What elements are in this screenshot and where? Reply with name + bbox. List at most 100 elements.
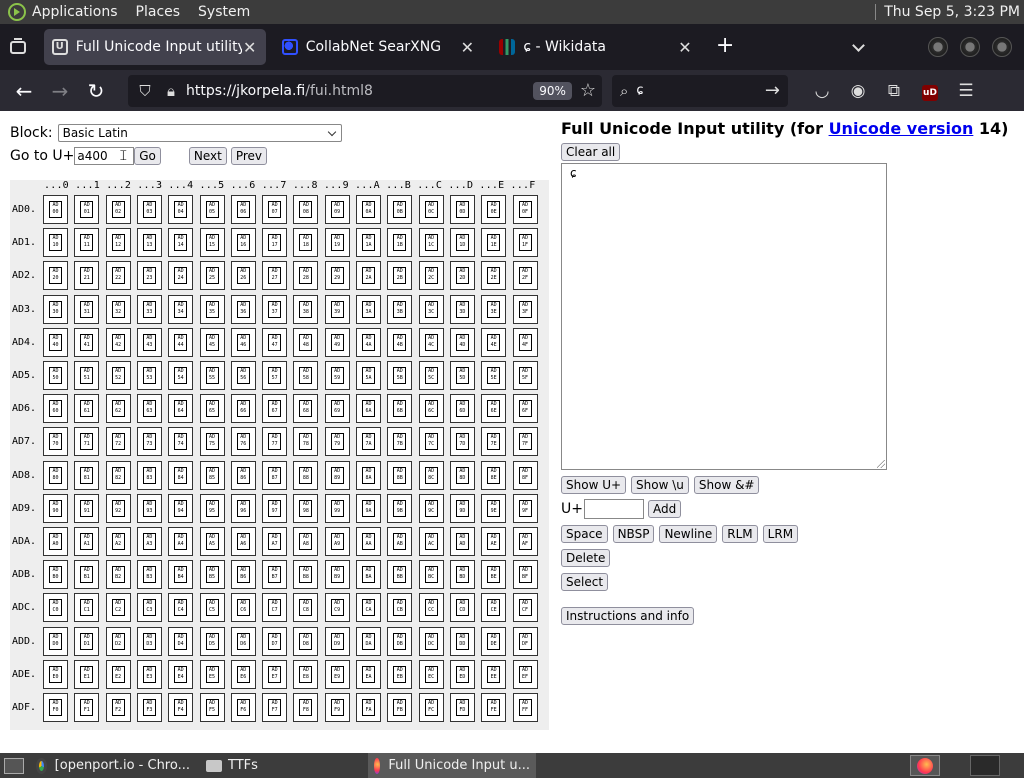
character-cell[interactable]: AD 5B bbox=[387, 361, 413, 390]
character-cell[interactable]: AD B1 bbox=[74, 560, 100, 590]
character-cell[interactable]: AD C5 bbox=[199, 593, 225, 623]
character-cell[interactable]: AD 35 bbox=[199, 294, 225, 324]
character-cell[interactable]: AD 02 bbox=[105, 195, 131, 224]
character-cell[interactable]: AD 72 bbox=[105, 427, 131, 457]
character-cell[interactable]: AD 8A bbox=[356, 460, 381, 490]
character-cell[interactable]: AD AE bbox=[481, 527, 507, 556]
character-cell[interactable]: AD EB bbox=[387, 659, 413, 689]
character-cell[interactable]: AD 97 bbox=[262, 493, 288, 523]
character-cell[interactable]: AD 74 bbox=[168, 427, 194, 457]
workspace-switcher[interactable] bbox=[970, 755, 1000, 776]
character-cell[interactable]: AD 27 bbox=[262, 261, 288, 291]
character-cell[interactable]: AD B6 bbox=[230, 560, 256, 590]
character-cell[interactable]: AD 99 bbox=[324, 493, 350, 523]
character-cell[interactable]: AD 7A bbox=[356, 427, 381, 457]
character-cell[interactable]: AD 44 bbox=[168, 327, 194, 357]
character-cell[interactable]: AD 87 bbox=[262, 460, 288, 490]
search-input[interactable]: ɕ bbox=[636, 83, 765, 98]
character-cell[interactable]: AD DA bbox=[356, 626, 381, 656]
character-cell[interactable]: AD B8 bbox=[293, 560, 319, 590]
character-cell[interactable]: AD 3A bbox=[356, 294, 381, 324]
character-cell[interactable]: AD 34 bbox=[168, 294, 194, 324]
character-cell[interactable]: AD F5 bbox=[199, 693, 225, 722]
character-cell[interactable]: AD 1B bbox=[387, 228, 413, 258]
character-cell[interactable]: AD E4 bbox=[168, 659, 194, 689]
character-cell[interactable]: AD 52 bbox=[105, 361, 131, 390]
character-cell[interactable]: AD 9E bbox=[481, 493, 507, 523]
character-cell[interactable]: AD 06 bbox=[230, 195, 256, 224]
character-cell[interactable]: AD A1 bbox=[74, 527, 100, 556]
forward-button[interactable]: → bbox=[42, 75, 78, 107]
character-cell[interactable]: AD 9D bbox=[449, 493, 475, 523]
character-cell[interactable]: AD 56 bbox=[230, 361, 256, 390]
character-cell[interactable]: AD CC bbox=[418, 593, 444, 623]
character-cell[interactable]: AD C3 bbox=[136, 593, 162, 623]
character-cell[interactable]: AD A7 bbox=[262, 527, 288, 556]
character-cell[interactable]: AD 86 bbox=[230, 460, 256, 490]
character-cell[interactable]: AD 05 bbox=[199, 195, 225, 224]
character-cell[interactable]: AD AD bbox=[449, 527, 475, 556]
character-cell[interactable]: AD 69 bbox=[324, 394, 350, 424]
lrm-button[interactable]: LRM bbox=[762, 525, 799, 543]
bookmark-star-icon[interactable]: ☆ bbox=[580, 80, 596, 101]
firefox-view-button[interactable] bbox=[0, 24, 36, 70]
character-cell[interactable]: AD BB bbox=[387, 560, 413, 590]
character-cell[interactable]: AD 43 bbox=[136, 327, 162, 357]
tab-full-unicode-input[interactable]: U Full Unicode Input utility ✕ bbox=[43, 29, 266, 65]
character-cell[interactable]: AD 0A bbox=[356, 195, 381, 224]
character-cell[interactable]: AD DC bbox=[418, 626, 444, 656]
character-cell[interactable]: AD F7 bbox=[262, 693, 288, 722]
character-cell[interactable]: AD 3E bbox=[481, 294, 507, 324]
minimize-button[interactable] bbox=[928, 37, 948, 57]
character-cell[interactable]: AD 2C bbox=[418, 261, 444, 291]
character-cell[interactable]: AD 9F bbox=[512, 493, 538, 523]
character-cell[interactable]: AD D5 bbox=[199, 626, 225, 656]
character-cell[interactable]: AD CA bbox=[356, 593, 381, 623]
character-cell[interactable]: AD 10 bbox=[43, 228, 68, 258]
character-cell[interactable]: AD 1C bbox=[418, 228, 444, 258]
character-cell[interactable]: AD 13 bbox=[136, 228, 162, 258]
newline-button[interactable]: Newline bbox=[659, 525, 718, 543]
character-cell[interactable]: AD 1E bbox=[481, 228, 507, 258]
character-cell[interactable]: AD 0F bbox=[512, 195, 538, 224]
character-cell[interactable]: AD 42 bbox=[105, 327, 131, 357]
character-cell[interactable]: AD 32 bbox=[105, 294, 131, 324]
character-cell[interactable]: AD DF bbox=[512, 626, 538, 656]
zoom-level-badge[interactable]: 90% bbox=[533, 81, 572, 100]
character-cell[interactable]: AD 01 bbox=[74, 195, 100, 224]
character-cell[interactable]: AD 90 bbox=[43, 493, 68, 523]
prev-button[interactable]: Prev bbox=[230, 147, 268, 165]
character-cell[interactable]: AD 84 bbox=[168, 460, 194, 490]
character-cell[interactable]: AD B0 bbox=[43, 560, 68, 590]
character-cell[interactable]: AD 82 bbox=[105, 460, 131, 490]
codepoint-input[interactable] bbox=[583, 499, 644, 519]
character-cell[interactable]: AD 11 bbox=[74, 228, 100, 258]
address-bar[interactable]: ⛉ 🔒︎ https://jkorpela.fi/fui.html8 90% ☆ bbox=[128, 74, 602, 107]
character-cell[interactable]: AD CB bbox=[387, 593, 413, 623]
character-cell[interactable]: AD 39 bbox=[324, 294, 350, 324]
character-cell[interactable]: AD D2 bbox=[105, 626, 131, 656]
character-cell[interactable]: AD ED bbox=[449, 659, 475, 689]
taskbar-item-firefox[interactable]: Full Unicode Input u... bbox=[368, 753, 536, 778]
character-cell[interactable]: AD 46 bbox=[230, 327, 256, 357]
character-cell[interactable]: AD C1 bbox=[74, 593, 100, 623]
character-cell[interactable]: AD 14 bbox=[168, 228, 194, 258]
character-cell[interactable]: AD F1 bbox=[74, 693, 100, 722]
character-cell[interactable]: AD B3 bbox=[136, 560, 162, 590]
character-cell[interactable]: AD 3F bbox=[512, 294, 538, 324]
character-cell[interactable]: AD 00 bbox=[43, 195, 68, 224]
character-cell[interactable]: AD 0B bbox=[387, 195, 413, 224]
tab-collabnet-searxng[interactable]: CollabNet SearXNG ✕ bbox=[274, 29, 484, 65]
character-cell[interactable]: AD 92 bbox=[105, 493, 131, 523]
character-cell[interactable]: AD 9A bbox=[356, 493, 381, 523]
character-cell[interactable]: AD A6 bbox=[230, 527, 256, 556]
character-cell[interactable]: AD 76 bbox=[230, 427, 256, 457]
places-menu[interactable]: Places bbox=[136, 4, 181, 20]
character-cell[interactable]: AD E8 bbox=[293, 659, 319, 689]
list-all-tabs-button[interactable] bbox=[849, 37, 868, 57]
character-cell[interactable]: AD C6 bbox=[230, 593, 256, 623]
character-cell[interactable]: AD 7B bbox=[387, 427, 413, 457]
character-cell[interactable]: AD C4 bbox=[168, 593, 194, 623]
taskbar-item-chrome[interactable]: [openport.io - Chro... bbox=[30, 753, 196, 778]
character-cell[interactable]: AD 73 bbox=[136, 427, 162, 457]
